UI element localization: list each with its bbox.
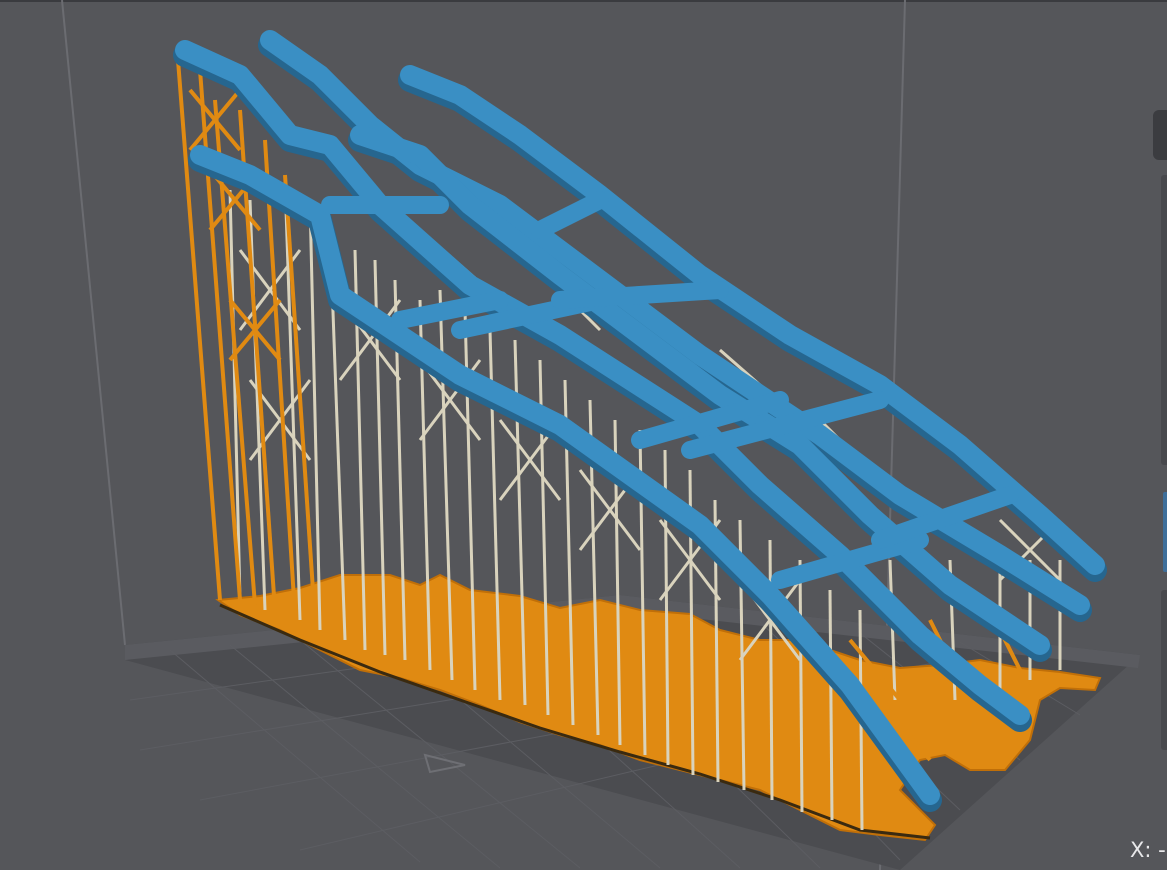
collapse-panel-icon[interactable] (1153, 110, 1167, 160)
coordinate-readout: X: - (1130, 838, 1166, 862)
scene-svg[interactable] (0, 0, 1167, 870)
side-panel-handle-upper[interactable] (1161, 175, 1167, 465)
side-panel-handle-lower[interactable] (1163, 492, 1167, 572)
3d-viewport[interactable] (0, 0, 1167, 870)
side-panel-handle-bottom[interactable] (1161, 590, 1167, 750)
